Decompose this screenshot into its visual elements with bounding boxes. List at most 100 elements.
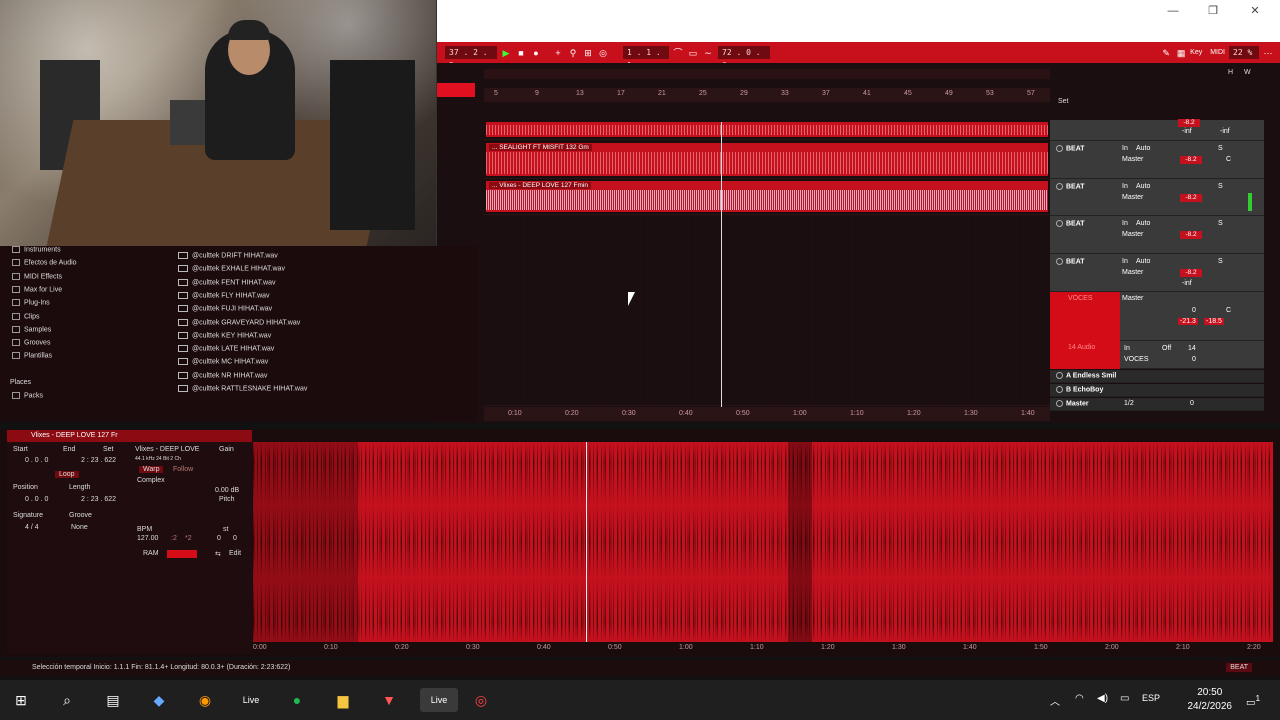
- output-select[interactable]: VOCES: [1124, 356, 1149, 363]
- play-icon[interactable]: ▶: [500, 47, 512, 59]
- solo-button[interactable]: S: [1218, 220, 1223, 227]
- spotify-icon[interactable]: ●: [284, 688, 310, 712]
- send-value[interactable]: 0: [1192, 307, 1196, 314]
- time-ruler[interactable]: 0:10 0:20 0:30 0:40 0:50 1:00 1:10 1:20 1:30 1:40: [484, 407, 1050, 421]
- track-name[interactable]: BEAT: [1056, 258, 1085, 265]
- volume-value[interactable]: -8.2: [1180, 156, 1202, 164]
- cue-out[interactable]: 1/2: [1124, 400, 1134, 407]
- record-icon[interactable]: ●: [530, 47, 542, 59]
- position-value[interactable]: 0 . 0 . 0: [25, 496, 48, 503]
- solo-button[interactable]: S: [1218, 145, 1223, 152]
- monitor-in[interactable]: In: [1124, 345, 1130, 352]
- monitor-auto[interactable]: Auto: [1136, 258, 1150, 265]
- master-volume[interactable]: 0: [1190, 400, 1194, 407]
- capture-icon[interactable]: ◎: [597, 47, 609, 59]
- monitor-auto[interactable]: Auto: [1136, 220, 1150, 227]
- track-header-voces[interactable]: VOCES: [1050, 292, 1120, 341]
- monitor-off[interactable]: Off: [1162, 345, 1171, 352]
- grid-icon[interactable]: ▦: [1175, 47, 1187, 59]
- punch-icon[interactable]: ▭: [687, 47, 699, 59]
- browser-file[interactable]: @culttek EXHALE HIHAT.wav: [178, 265, 285, 273]
- output-select[interactable]: Master: [1122, 194, 1143, 201]
- volume-value[interactable]: -8.2: [1180, 269, 1202, 277]
- system-clock[interactable]: 20:50 24/2/2026: [1188, 686, 1233, 714]
- loop-start[interactable]: 1 . 1 . 1: [623, 46, 669, 70]
- output-select[interactable]: Master: [1122, 295, 1143, 302]
- track-lane[interactable]: ... SEALIGHT FT MISFIT 132 Gm: [484, 141, 1050, 179]
- bpm-value[interactable]: 127.00: [137, 535, 158, 542]
- set-button[interactable]: Set: [103, 446, 114, 453]
- key-map-button[interactable]: Key: [1190, 47, 1202, 59]
- loop-icon[interactable]: ⌒: [672, 47, 684, 59]
- pan-value[interactable]: C: [1226, 307, 1231, 314]
- volume-icon[interactable]: ◀): [1097, 693, 1108, 704]
- sample-waveform[interactable]: [253, 442, 1273, 642]
- copilot-icon[interactable]: ◆: [146, 688, 172, 712]
- overdub-icon[interactable]: +: [552, 47, 564, 59]
- clip-title[interactable]: Vlixes - DEEP LOVE 127 Fr: [7, 430, 252, 442]
- audio-clip[interactable]: ... Vlixes - DEEP LOVE 127 Fmin: [486, 181, 1048, 212]
- browser-category[interactable]: Clips: [12, 312, 40, 320]
- audio-clip[interactable]: ... SEALIGHT FT MISFIT 132 Gm: [486, 143, 1048, 176]
- browser-file[interactable]: @culttek MC HIHAT.wav: [178, 358, 268, 366]
- browser-category[interactable]: MIDI Effects: [12, 272, 62, 280]
- browser-category[interactable]: Plug-Ins: [12, 299, 50, 307]
- overview-strip[interactable]: [484, 69, 1050, 79]
- chevron-up-icon[interactable]: ︿: [1050, 693, 1060, 708]
- monitor-in[interactable]: In: [1122, 220, 1128, 227]
- browser-file[interactable]: @culttek FUJI HIHAT.wav: [178, 305, 272, 313]
- track-header-audio14[interactable]: 14 Audio: [1050, 341, 1120, 369]
- monitor-in[interactable]: In: [1122, 145, 1128, 152]
- browser-file[interactable]: @culttek LATE HIHAT.wav: [178, 345, 274, 352]
- return-track[interactable]: A Endless Smil: [1050, 370, 1264, 383]
- track-name[interactable]: BEAT: [1056, 145, 1085, 152]
- volume-value[interactable]: -8.2: [1180, 231, 1202, 239]
- obs-icon[interactable]: ◎: [468, 688, 494, 712]
- beat-ruler[interactable]: 5 9 13 17 21 25 29 33 37 41 45 49 53 57: [484, 88, 1050, 102]
- volume-value[interactable]: -8.2: [1178, 119, 1200, 127]
- browser-category[interactable]: Efectos de Audio: [12, 259, 77, 267]
- browser-file[interactable]: @culttek RATTLESNAKE HIHAT.wav: [178, 385, 307, 392]
- browser-category[interactable]: Samples: [12, 325, 51, 333]
- start-icon[interactable]: ⊞: [8, 688, 34, 712]
- stop-icon[interactable]: ■: [515, 47, 527, 59]
- sample-time-ruler[interactable]: 0:00 0:10 0:20 0:30 0:40 0:50 1:00 1:10 1:20 1:30…: [253, 642, 1273, 654]
- track-name[interactable]: BEAT: [1056, 220, 1085, 227]
- close-button[interactable]: ✕: [1245, 4, 1265, 18]
- monitor-in[interactable]: In: [1122, 183, 1128, 190]
- warp-mode-select[interactable]: Complex: [137, 477, 165, 484]
- browser-category[interactable]: Instruments: [12, 246, 61, 253]
- reverse-icon[interactable]: ⇆: [215, 550, 221, 558]
- browser-file[interactable]: @culttek NR HIHAT.wav: [178, 371, 267, 379]
- ableton-live-active-icon[interactable]: Live: [420, 688, 458, 712]
- monitor-in[interactable]: In: [1122, 258, 1128, 265]
- browser-file[interactable]: @culttek FLY HIHAT.wav: [178, 291, 270, 299]
- automation-arm-icon[interactable]: ⚲: [567, 47, 579, 59]
- browser-file[interactable]: @culttek FENT HIHAT.wav: [178, 278, 275, 286]
- browser-file[interactable]: @culttek KEY HIHAT.wav: [178, 331, 271, 339]
- monitor-auto[interactable]: Auto: [1136, 183, 1150, 190]
- groove-value[interactable]: None: [71, 524, 88, 531]
- master-track[interactable]: Master 1/2 0: [1050, 398, 1264, 411]
- monitor-auto[interactable]: Auto: [1136, 145, 1150, 152]
- loop-length[interactable]: 72 . 0 . 0: [718, 46, 770, 70]
- edit-button[interactable]: Edit: [229, 550, 241, 557]
- pencil-icon[interactable]: ✎: [1160, 47, 1172, 59]
- h-button[interactable]: H: [1228, 69, 1233, 76]
- battery-icon[interactable]: ▭: [1120, 693, 1129, 704]
- browser-file[interactable]: @culttek GRAVEYARD HIHAT.wav: [178, 318, 300, 326]
- start-value[interactable]: 0 . 0 . 0: [25, 457, 48, 464]
- notification-icon[interactable]: ▭1: [1246, 693, 1260, 708]
- browser-category[interactable]: Max for Live: [12, 285, 62, 293]
- solo-button[interactable]: S: [1218, 183, 1223, 190]
- brave-browser-icon[interactable]: ▼: [376, 688, 402, 712]
- return-track[interactable]: B EchoBoy: [1050, 384, 1264, 397]
- settings-icon[interactable]: ⋯: [1262, 47, 1274, 59]
- output-select[interactable]: Master: [1122, 269, 1143, 276]
- w-button[interactable]: W: [1244, 69, 1251, 76]
- volume-value[interactable]: 0: [1192, 356, 1196, 363]
- language-indicator[interactable]: ESP: [1142, 693, 1160, 703]
- fl-studio-icon[interactable]: ◉: [192, 688, 218, 712]
- solo-button[interactable]: S: [1218, 258, 1223, 265]
- midi-map-button[interactable]: MIDI: [1210, 47, 1225, 59]
